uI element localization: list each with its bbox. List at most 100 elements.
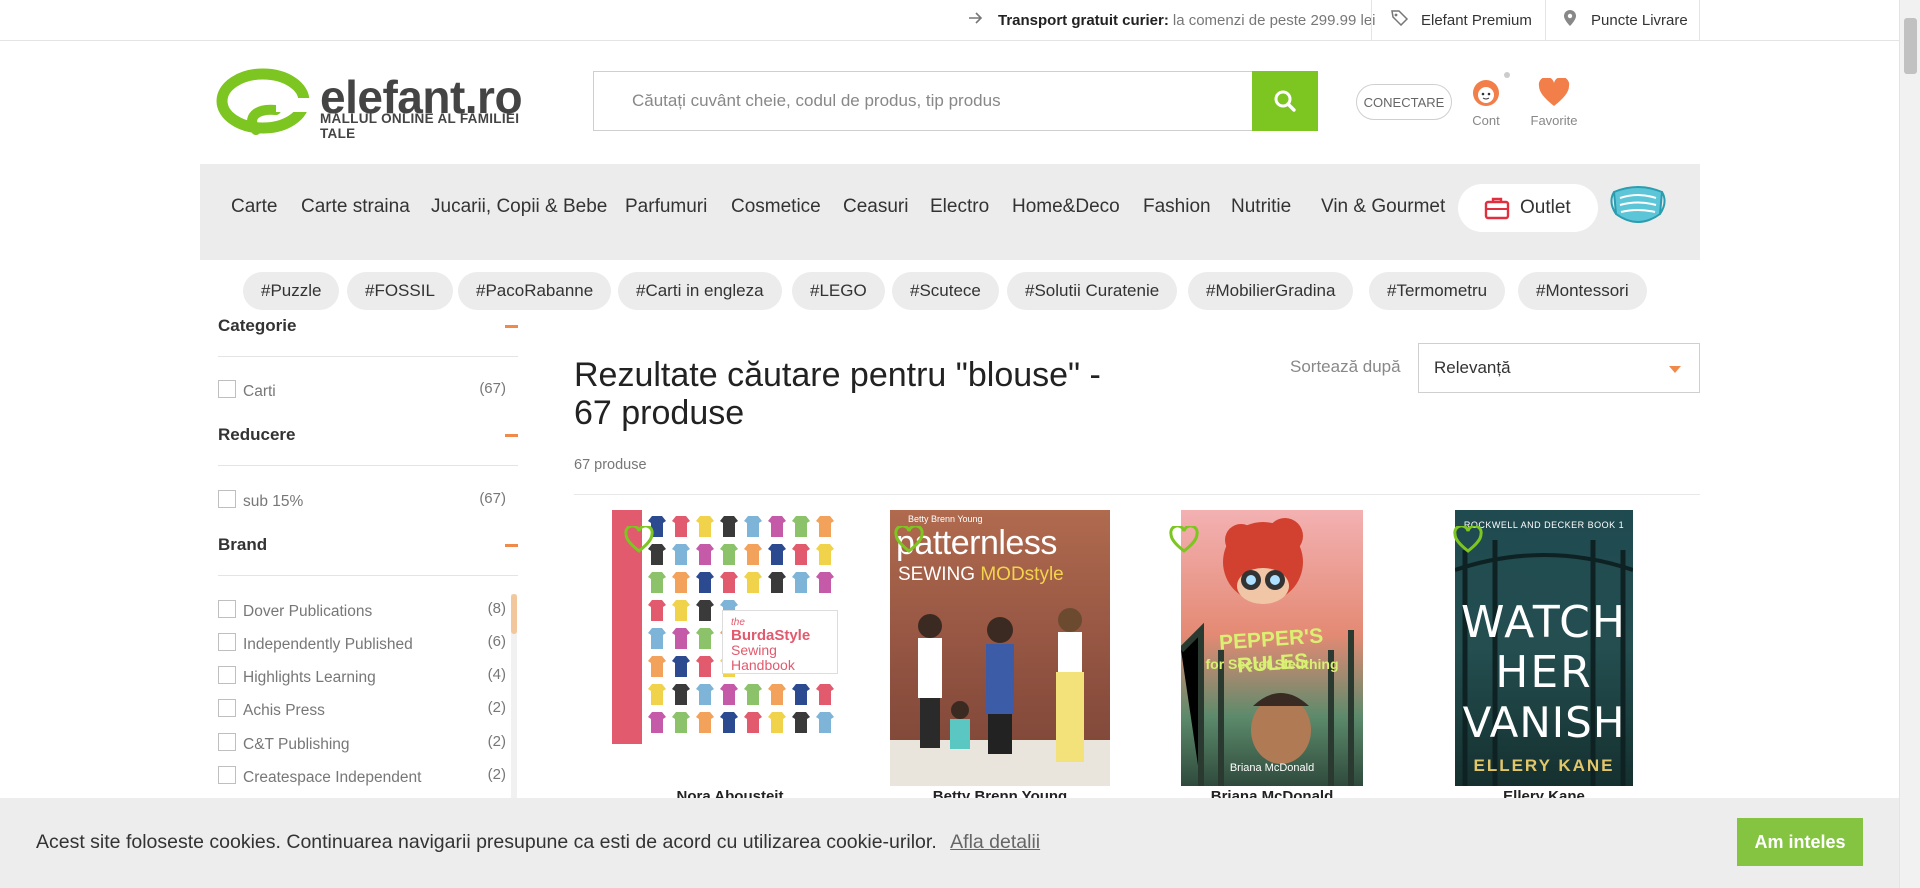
pickup-points-link[interactable]: Puncte Livrare [1563,0,1688,40]
tag-carti-engleza[interactable]: #Carti in engleza [618,272,782,310]
filter-option[interactable]: Dover Publications (8) [218,600,506,624]
search-input[interactable] [594,72,1253,130]
checkbox[interactable] [218,766,236,784]
collapse-minus-icon[interactable] [505,325,518,328]
page-scrollbar[interactable] [1899,0,1920,888]
favorites-link[interactable]: Favorite [1519,76,1589,128]
cover-garment [672,712,690,733]
collapse-minus-icon[interactable] [505,544,518,547]
nav-item-vin-gourmet[interactable]: Vin & Gourmet [1321,196,1445,218]
nav-item-parfumuri[interactable]: Parfumuri [625,196,707,218]
nav-item-carte[interactable]: Carte [231,196,277,218]
search-button[interactable] [1252,71,1318,131]
sort-select[interactable]: Relevanță [1418,343,1700,393]
product-cover-image[interactable]: PEPPER'S RULES for Secret Sleuthing Bria… [1181,510,1363,786]
heart-outline-icon[interactable] [894,526,924,554]
cover-text: Briana McDonald [1229,762,1315,774]
checkbox[interactable] [218,633,236,651]
nav-item-electro[interactable]: Electro [930,196,989,218]
site-logo[interactable]: elefant.ro MALLUL ONLINE AL FAMILIEI TAL… [216,68,541,141]
tag-solutii-curatenie[interactable]: #Solutii Curatenie [1007,272,1178,310]
cover-garment [672,516,690,537]
page-scroll-thumb[interactable] [1904,18,1917,74]
filter-brand-title[interactable]: Brand [218,535,267,555]
heart-outline-icon[interactable] [1453,526,1483,554]
location-pin-icon [1563,9,1577,31]
nav-item-jucarii[interactable]: Jucarii, Copii & Bebe [431,196,607,218]
nav-item-home-deco[interactable]: Home&Deco [1012,196,1120,218]
cookie-details-link[interactable]: Afla detalii [950,831,1040,853]
premium-link[interactable]: Elefant Premium [1391,0,1532,40]
filter-option-count: (67) [479,380,506,397]
nav-item-fashion[interactable]: Fashion [1143,196,1211,218]
tag-termometru[interactable]: #Termometru [1369,272,1506,310]
cover-garment [768,516,786,537]
filter-option[interactable]: Createspace Independent (2) [218,766,506,790]
filter-category-title[interactable]: Categorie [218,316,296,336]
filter-option[interactable]: Independently Published (6) [218,633,506,657]
divider [1699,0,1700,40]
collapse-minus-icon[interactable] [505,434,518,437]
cover-garment [792,544,810,565]
checkbox[interactable] [218,490,236,508]
tag-pacorabanne[interactable]: #PacoRabanne [458,272,612,310]
cover-garment [672,684,690,705]
filter-option[interactable]: Highlights Learning (4) [218,666,506,690]
cover-garment [816,684,834,705]
filter-discount-title[interactable]: Reducere [218,425,295,445]
cover-text: MODstyle [980,564,1064,585]
checkbox[interactable] [218,733,236,751]
nav-item-carte-straina[interactable]: Carte straina [301,196,410,218]
nav-item-ceasuri[interactable]: Ceasuri [843,196,908,218]
filter-option[interactable]: sub 15% (67) [218,490,506,514]
filter-option-count: (8) [487,600,506,617]
divider [218,465,518,466]
sort-value: Relevanță [1434,358,1511,377]
checkbox[interactable] [218,600,236,618]
cover-garment [744,712,762,733]
cover-garment [696,684,714,705]
divider [218,575,518,576]
cookie-accept-button[interactable]: Am inteles [1737,818,1863,866]
cover-garment [720,516,738,537]
tag-puzzle[interactable]: #Puzzle [243,272,340,310]
top-bar: Transport gratuit curier: la comenzi de … [0,0,1899,41]
outlet-button[interactable]: Outlet [1458,184,1598,232]
checkbox[interactable] [218,666,236,684]
filter-option[interactable]: Carti (67) [218,380,506,404]
filter-option-count: (2) [487,699,506,716]
heart-outline-icon[interactable] [1169,526,1199,554]
heart-icon [1538,76,1570,106]
filter-option-count: (2) [487,733,506,750]
tag-mobilier-gradina[interactable]: #MobilierGradina [1188,272,1354,310]
filter-option[interactable]: C&T Publishing (2) [218,733,506,757]
face-mask-icon[interactable] [1608,178,1668,232]
cover-garment [672,628,690,649]
tag-fossil[interactable]: #FOSSIL [347,272,453,310]
login-button[interactable]: CONECTARE [1356,84,1452,120]
cover-garment [768,712,786,733]
tag-scutece[interactable]: #Scutece [892,272,999,310]
cover-garment [792,684,810,705]
heart-outline-icon[interactable] [624,526,654,554]
filter-option-label: Carti [243,383,276,400]
nav-item-nutritie[interactable]: Nutritie [1231,196,1291,218]
cover-garment [696,572,714,593]
filter-option-count: (6) [487,633,506,650]
cover-garment [720,544,738,565]
results-title: Rezultate căutare pentru "blouse" - 67 p… [574,356,1101,432]
tag-montessori[interactable]: #Montessori [1518,272,1647,310]
account-link[interactable]: Cont [1451,78,1521,128]
nav-item-cosmetice[interactable]: Cosmetice [731,196,821,218]
cover-garment [816,712,834,733]
cookie-text: Acest site foloseste cookies. Continuare… [36,831,937,853]
checkbox[interactable] [218,380,236,398]
filter-option-label: Createspace Independent [243,769,422,786]
checkbox[interactable] [218,699,236,717]
divider [1371,0,1372,40]
tag-icon [1391,10,1409,30]
brand-list-scroll-thumb[interactable] [511,594,517,634]
shipping-rest-text: la comenzi de peste 299.99 lei [1172,11,1376,29]
filter-option[interactable]: Achis Press (2) [218,699,506,723]
tag-lego[interactable]: #LEGO [792,272,885,310]
